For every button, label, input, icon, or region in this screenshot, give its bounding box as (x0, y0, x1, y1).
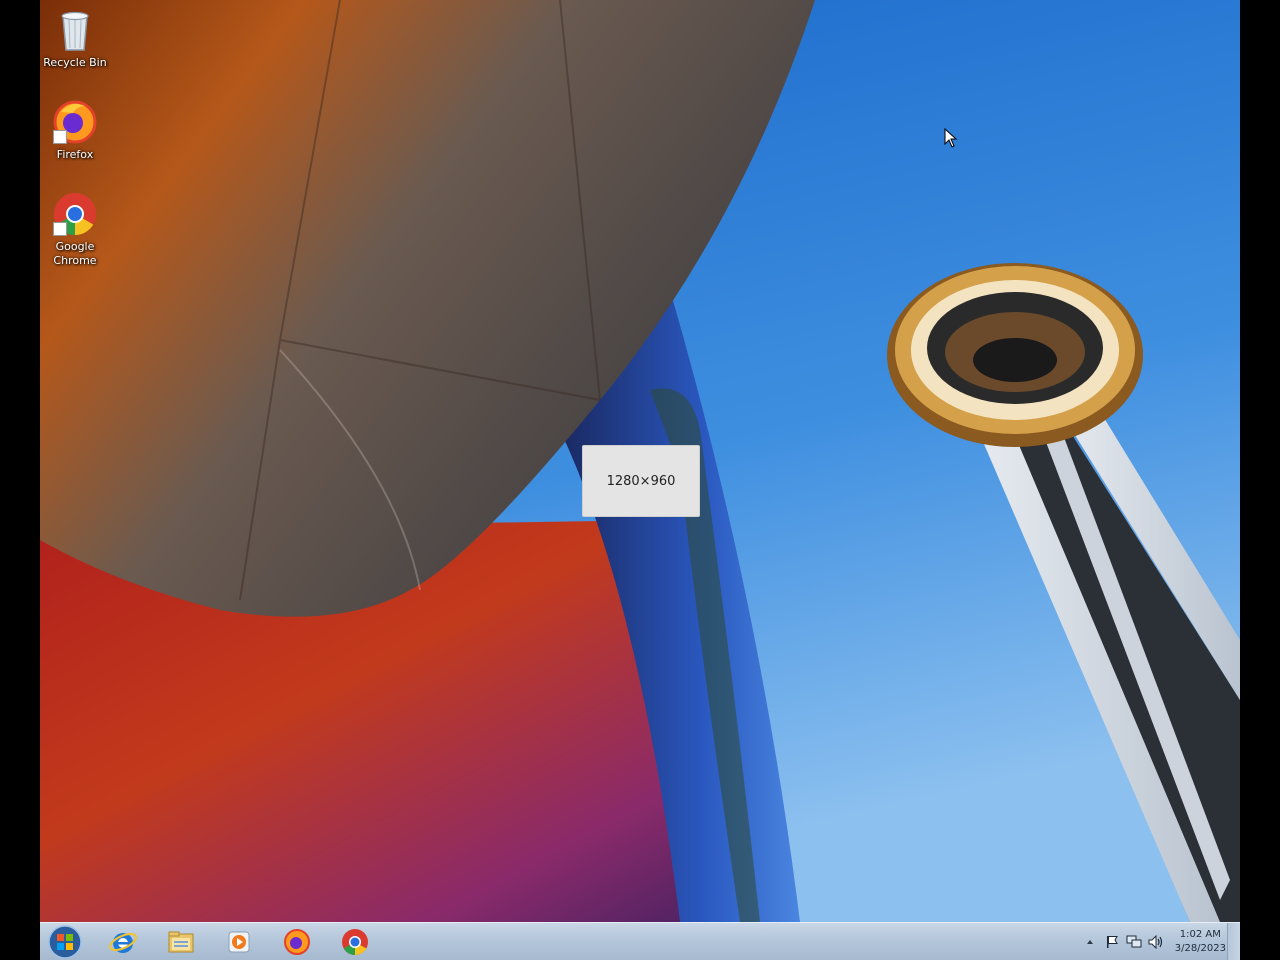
network-icon (1126, 935, 1142, 948)
start-button[interactable] (42, 924, 88, 960)
system-tray: 1:02 AM 3/28/2023 (1079, 923, 1226, 960)
taskbar-media-player-button[interactable] (214, 925, 264, 959)
desktop-icon-label: Google Chrome (53, 240, 97, 267)
network-button[interactable] (1126, 934, 1142, 950)
taskbar: 1:02 AM 3/28/2023 (40, 922, 1240, 960)
media-player-icon (228, 931, 250, 953)
clock-time: 1:02 AM (1179, 929, 1221, 940)
firefox-icon (51, 98, 99, 146)
chrome-icon (342, 929, 368, 956)
taskbar-windows-explorer-button[interactable] (156, 925, 206, 959)
action-center-button[interactable] (1104, 934, 1120, 950)
shortcut-arrow-icon (53, 222, 67, 236)
desktop-icon-label: Firefox (56, 148, 94, 161)
desktop-icon-google-chrome[interactable]: Google Chrome (40, 190, 110, 268)
chrome-icon (51, 190, 99, 238)
clock-date: 3/28/2023 (1174, 943, 1226, 954)
resolution-text: 1280×960 (606, 473, 676, 489)
desktop-icon-label: Recycle Bin (43, 56, 107, 69)
taskbar-chrome-button[interactable] (330, 925, 380, 959)
desktop-screen: Recycle Bin Firefox Google Chrome 1280×9… (40, 0, 1240, 960)
recycle-bin-icon (51, 6, 99, 54)
taskbar-clock[interactable]: 1:02 AM 3/28/2023 (1175, 928, 1226, 956)
chevron-up-icon (1086, 940, 1093, 944)
mouse-cursor-icon (944, 128, 958, 148)
volume-button[interactable] (1148, 934, 1164, 950)
file-explorer-icon (168, 931, 194, 953)
firefox-icon (284, 929, 310, 955)
desktop-icon-recycle-bin[interactable]: Recycle Bin (40, 6, 110, 70)
desktop-icon-firefox[interactable]: Firefox (40, 98, 110, 162)
show-desktop-button[interactable] (1227, 923, 1240, 960)
volume-icon (1148, 935, 1162, 949)
show-hidden-icons-button[interactable] (1082, 934, 1098, 950)
shortcut-arrow-icon (53, 130, 67, 144)
taskbar-firefox-button[interactable] (272, 925, 322, 959)
internet-explorer-icon (109, 932, 137, 953)
taskbar-internet-explorer-button[interactable] (98, 925, 148, 959)
action-center-flag-icon (1106, 936, 1118, 948)
windows-start-icon (48, 925, 82, 959)
resolution-overlay: 1280×960 (582, 445, 700, 517)
